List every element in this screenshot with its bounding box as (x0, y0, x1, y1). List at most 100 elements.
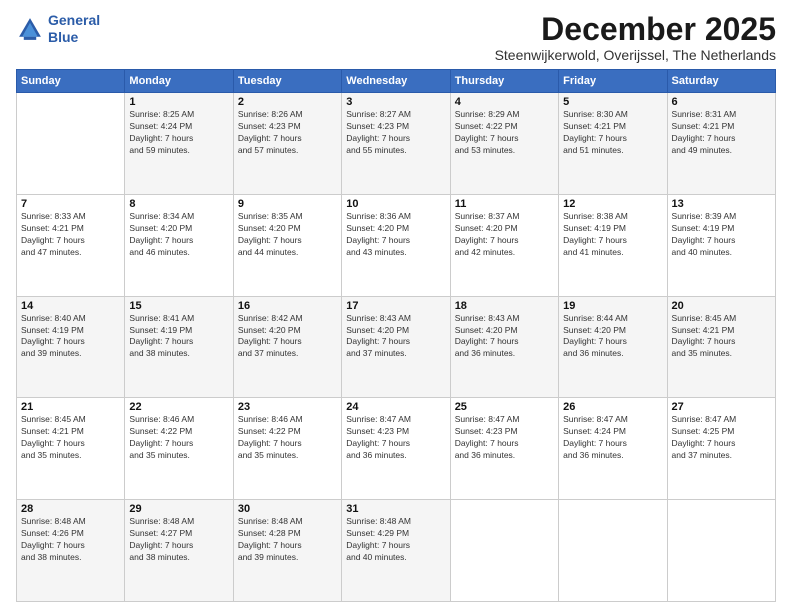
calendar-cell: 3Sunrise: 8:27 AMSunset: 4:23 PMDaylight… (342, 93, 450, 195)
day-number: 13 (672, 198, 771, 210)
day-info: Sunrise: 8:45 AMSunset: 4:21 PMDaylight:… (672, 313, 771, 361)
day-info: Sunrise: 8:25 AMSunset: 4:24 PMDaylight:… (129, 109, 228, 157)
day-number: 20 (672, 300, 771, 312)
calendar-cell: 11Sunrise: 8:37 AMSunset: 4:20 PMDayligh… (450, 194, 558, 296)
day-info: Sunrise: 8:46 AMSunset: 4:22 PMDaylight:… (129, 414, 228, 462)
day-info: Sunrise: 8:43 AMSunset: 4:20 PMDaylight:… (346, 313, 445, 361)
day-number: 18 (455, 300, 554, 312)
calendar-cell: 19Sunrise: 8:44 AMSunset: 4:20 PMDayligh… (559, 296, 667, 398)
calendar-cell: 16Sunrise: 8:42 AMSunset: 4:20 PMDayligh… (233, 296, 341, 398)
calendar-cell (17, 93, 125, 195)
location: Steenwijkerwold, Overijssel, The Netherl… (495, 47, 776, 63)
day-info: Sunrise: 8:34 AMSunset: 4:20 PMDaylight:… (129, 211, 228, 259)
day-info: Sunrise: 8:38 AMSunset: 4:19 PMDaylight:… (563, 211, 662, 259)
day-info: Sunrise: 8:43 AMSunset: 4:20 PMDaylight:… (455, 313, 554, 361)
logo: General Blue (16, 12, 100, 46)
day-info: Sunrise: 8:40 AMSunset: 4:19 PMDaylight:… (21, 313, 120, 361)
calendar-cell: 15Sunrise: 8:41 AMSunset: 4:19 PMDayligh… (125, 296, 233, 398)
day-info: Sunrise: 8:35 AMSunset: 4:20 PMDaylight:… (238, 211, 337, 259)
day-number: 15 (129, 300, 228, 312)
logo-text: General Blue (48, 12, 100, 46)
day-info: Sunrise: 8:31 AMSunset: 4:21 PMDaylight:… (672, 109, 771, 157)
col-wednesday: Wednesday (342, 70, 450, 93)
calendar-cell: 8Sunrise: 8:34 AMSunset: 4:20 PMDaylight… (125, 194, 233, 296)
day-info: Sunrise: 8:47 AMSunset: 4:24 PMDaylight:… (563, 414, 662, 462)
calendar-cell: 31Sunrise: 8:48 AMSunset: 4:29 PMDayligh… (342, 500, 450, 602)
day-info: Sunrise: 8:48 AMSunset: 4:27 PMDaylight:… (129, 516, 228, 564)
day-number: 9 (238, 198, 337, 210)
day-number: 23 (238, 401, 337, 413)
calendar-header: Sunday Monday Tuesday Wednesday Thursday… (17, 70, 776, 93)
day-number: 21 (21, 401, 120, 413)
calendar-cell: 6Sunrise: 8:31 AMSunset: 4:21 PMDaylight… (667, 93, 775, 195)
calendar-cell: 30Sunrise: 8:48 AMSunset: 4:28 PMDayligh… (233, 500, 341, 602)
calendar-cell: 29Sunrise: 8:48 AMSunset: 4:27 PMDayligh… (125, 500, 233, 602)
day-number: 1 (129, 96, 228, 108)
col-monday: Monday (125, 70, 233, 93)
calendar-cell: 2Sunrise: 8:26 AMSunset: 4:23 PMDaylight… (233, 93, 341, 195)
logo-icon (16, 15, 44, 43)
calendar-cell: 7Sunrise: 8:33 AMSunset: 4:21 PMDaylight… (17, 194, 125, 296)
header-row: Sunday Monday Tuesday Wednesday Thursday… (17, 70, 776, 93)
calendar-cell: 17Sunrise: 8:43 AMSunset: 4:20 PMDayligh… (342, 296, 450, 398)
calendar-cell: 4Sunrise: 8:29 AMSunset: 4:22 PMDaylight… (450, 93, 558, 195)
day-info: Sunrise: 8:48 AMSunset: 4:28 PMDaylight:… (238, 516, 337, 564)
day-number: 30 (238, 503, 337, 515)
col-thursday: Thursday (450, 70, 558, 93)
calendar-cell: 27Sunrise: 8:47 AMSunset: 4:25 PMDayligh… (667, 398, 775, 500)
day-number: 4 (455, 96, 554, 108)
calendar-week-5: 28Sunrise: 8:48 AMSunset: 4:26 PMDayligh… (17, 500, 776, 602)
day-info: Sunrise: 8:36 AMSunset: 4:20 PMDaylight:… (346, 211, 445, 259)
calendar-cell: 13Sunrise: 8:39 AMSunset: 4:19 PMDayligh… (667, 194, 775, 296)
day-info: Sunrise: 8:47 AMSunset: 4:25 PMDaylight:… (672, 414, 771, 462)
day-number: 17 (346, 300, 445, 312)
day-number: 14 (21, 300, 120, 312)
day-info: Sunrise: 8:41 AMSunset: 4:19 PMDaylight:… (129, 313, 228, 361)
calendar-cell: 24Sunrise: 8:47 AMSunset: 4:23 PMDayligh… (342, 398, 450, 500)
calendar-cell: 25Sunrise: 8:47 AMSunset: 4:23 PMDayligh… (450, 398, 558, 500)
calendar-cell: 12Sunrise: 8:38 AMSunset: 4:19 PMDayligh… (559, 194, 667, 296)
day-number: 22 (129, 401, 228, 413)
day-number: 26 (563, 401, 662, 413)
logo-line2: Blue (48, 29, 78, 45)
day-info: Sunrise: 8:48 AMSunset: 4:29 PMDaylight:… (346, 516, 445, 564)
col-tuesday: Tuesday (233, 70, 341, 93)
day-info: Sunrise: 8:30 AMSunset: 4:21 PMDaylight:… (563, 109, 662, 157)
col-friday: Friday (559, 70, 667, 93)
calendar-cell: 28Sunrise: 8:48 AMSunset: 4:26 PMDayligh… (17, 500, 125, 602)
day-number: 31 (346, 503, 445, 515)
day-number: 2 (238, 96, 337, 108)
day-number: 25 (455, 401, 554, 413)
day-number: 27 (672, 401, 771, 413)
col-saturday: Saturday (667, 70, 775, 93)
day-info: Sunrise: 8:44 AMSunset: 4:20 PMDaylight:… (563, 313, 662, 361)
logo-line1: General (48, 12, 100, 28)
calendar-cell: 10Sunrise: 8:36 AMSunset: 4:20 PMDayligh… (342, 194, 450, 296)
day-number: 8 (129, 198, 228, 210)
day-info: Sunrise: 8:47 AMSunset: 4:23 PMDaylight:… (455, 414, 554, 462)
header: General Blue December 2025 Steenwijkerwo… (16, 12, 776, 63)
day-number: 19 (563, 300, 662, 312)
calendar-body: 1Sunrise: 8:25 AMSunset: 4:24 PMDaylight… (17, 93, 776, 602)
day-number: 28 (21, 503, 120, 515)
day-info: Sunrise: 8:47 AMSunset: 4:23 PMDaylight:… (346, 414, 445, 462)
day-info: Sunrise: 8:42 AMSunset: 4:20 PMDaylight:… (238, 313, 337, 361)
calendar-week-2: 7Sunrise: 8:33 AMSunset: 4:21 PMDaylight… (17, 194, 776, 296)
calendar-cell (667, 500, 775, 602)
day-number: 12 (563, 198, 662, 210)
day-info: Sunrise: 8:48 AMSunset: 4:26 PMDaylight:… (21, 516, 120, 564)
day-info: Sunrise: 8:33 AMSunset: 4:21 PMDaylight:… (21, 211, 120, 259)
calendar-cell: 1Sunrise: 8:25 AMSunset: 4:24 PMDaylight… (125, 93, 233, 195)
col-sunday: Sunday (17, 70, 125, 93)
calendar-cell: 18Sunrise: 8:43 AMSunset: 4:20 PMDayligh… (450, 296, 558, 398)
month-title: December 2025 (495, 12, 776, 47)
day-number: 29 (129, 503, 228, 515)
calendar-cell: 9Sunrise: 8:35 AMSunset: 4:20 PMDaylight… (233, 194, 341, 296)
day-info: Sunrise: 8:29 AMSunset: 4:22 PMDaylight:… (455, 109, 554, 157)
day-info: Sunrise: 8:46 AMSunset: 4:22 PMDaylight:… (238, 414, 337, 462)
day-number: 10 (346, 198, 445, 210)
calendar-week-4: 21Sunrise: 8:45 AMSunset: 4:21 PMDayligh… (17, 398, 776, 500)
day-info: Sunrise: 8:26 AMSunset: 4:23 PMDaylight:… (238, 109, 337, 157)
calendar-cell: 20Sunrise: 8:45 AMSunset: 4:21 PMDayligh… (667, 296, 775, 398)
calendar-cell: 14Sunrise: 8:40 AMSunset: 4:19 PMDayligh… (17, 296, 125, 398)
